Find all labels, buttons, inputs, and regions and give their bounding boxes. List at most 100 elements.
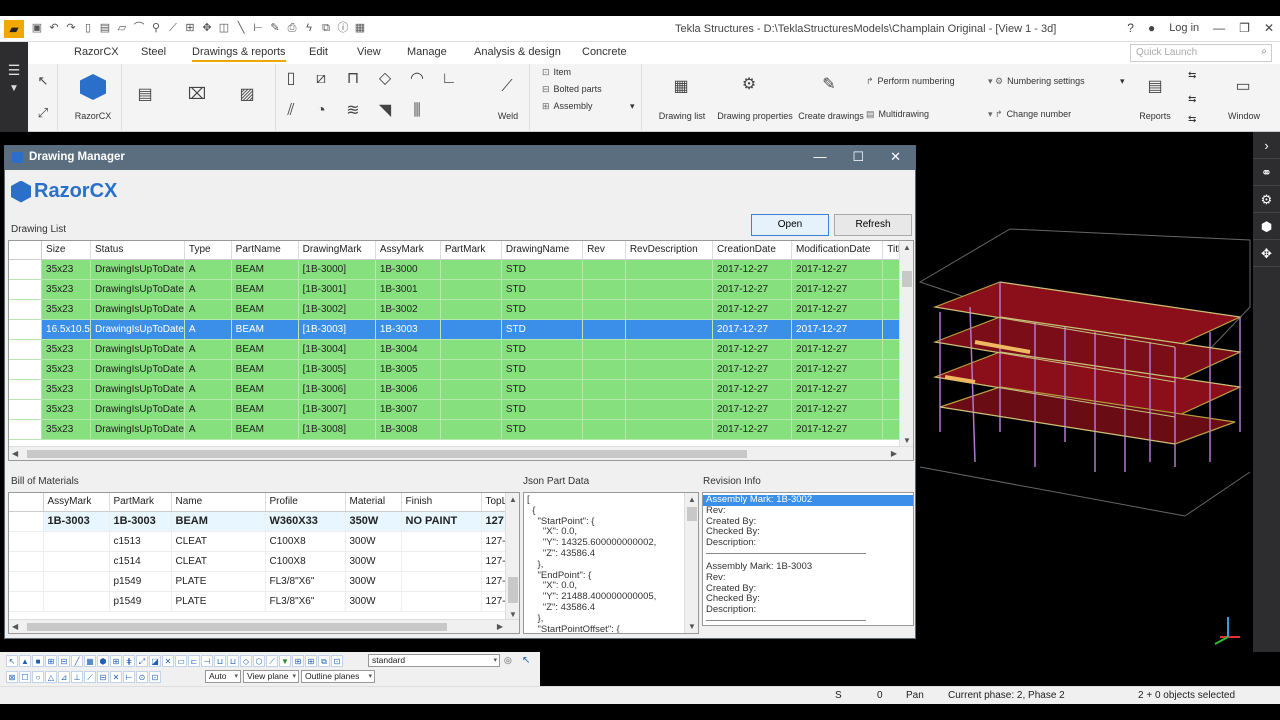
search-icon[interactable]: ⌕ — [1261, 46, 1267, 57]
tab-manage[interactable]: Manage — [407, 46, 447, 58]
col-header-size[interactable]: Size — [41, 241, 91, 260]
bom-cell-profile[interactable]: W360X33 — [265, 511, 346, 532]
cell-rev[interactable] — [582, 279, 626, 300]
cell-dname[interactable]: STD — [501, 339, 584, 360]
cell-part[interactable]: BEAM — [231, 259, 299, 280]
cell-amark[interactable]: 1B-3000 — [375, 259, 441, 280]
selection-filter-combo[interactable]: standard ▾ — [368, 654, 500, 667]
tab-concrete[interactable]: Concrete — [582, 46, 627, 58]
cell-cdate[interactable]: 2017-12-27 — [712, 279, 793, 300]
component-icon[interactable]: ✥ — [200, 20, 214, 36]
cell-revdesc[interactable] — [625, 419, 713, 440]
cell-size[interactable]: 35x23 — [41, 419, 91, 440]
row-header[interactable]: ▸ — [9, 319, 43, 340]
select-grid2-icon[interactable]: ⊞ — [110, 655, 122, 667]
snap-plane-combo[interactable]: Outline planes ▾ — [301, 670, 375, 683]
select-weld-icon[interactable]: ⤢ — [136, 655, 148, 667]
cell-part[interactable]: BEAM — [231, 399, 299, 420]
assembly-button[interactable]: ⊞ Assembly — [542, 101, 593, 112]
refresh-button[interactable]: Refresh — [834, 214, 912, 236]
minimize-button[interactable]: — — [1213, 21, 1225, 35]
cell-rev[interactable] — [582, 419, 626, 440]
bom-scroll-left-icon[interactable]: ◀ — [12, 622, 18, 631]
col-header-status[interactable]: Status — [90, 241, 185, 260]
col-header-partmark[interactable]: PartMark — [440, 241, 502, 260]
snap-ref-lines-icon[interactable]: ⊠ — [6, 671, 18, 683]
col-header-partname[interactable]: PartName — [231, 241, 299, 260]
table-row[interactable]: 35x23 DrawingIsUpToDate A BEAM [1B-3007] 1B-3… — [9, 399, 913, 420]
row-header[interactable] — [9, 259, 43, 280]
bom-cell-assy[interactable] — [43, 571, 110, 592]
cell-pmark[interactable] — [440, 419, 502, 440]
row-header[interactable] — [9, 379, 43, 400]
report-icon[interactable]: ▦ — [353, 20, 367, 36]
cell-rev[interactable] — [582, 379, 626, 400]
pick-mode-icon[interactable]: ↖ — [522, 655, 530, 666]
numbering-dropdown-icon[interactable]: ▾ — [1120, 76, 1125, 87]
cell-amark[interactable]: 1B-3002 — [375, 299, 441, 320]
drawing-list-label[interactable]: Drawing list — [650, 111, 714, 121]
cell-revdesc[interactable] — [625, 319, 713, 340]
cell-cdate[interactable]: 2017-12-27 — [712, 359, 793, 380]
select-grid-icon[interactable]: ⊞ — [45, 655, 57, 667]
cell-dname[interactable]: STD — [501, 379, 584, 400]
bom-row-header[interactable] — [9, 591, 44, 612]
cell-revdesc[interactable] — [625, 399, 713, 420]
select-construction-icon[interactable]: ⬡ — [253, 655, 265, 667]
bom-vscroll-thumb[interactable] — [508, 577, 518, 603]
bom-vscroll[interactable]: ▲ ▼ — [505, 493, 519, 621]
multidrawing-button[interactable]: ▤ Multidrawing — [866, 109, 929, 120]
report-tools-icon[interactable]: ⇆ — [1188, 70, 1196, 81]
cell-rev[interactable] — [582, 319, 626, 340]
bom-row[interactable]: c1514 CLEAT C100X8 300W 127-8 — [9, 551, 513, 572]
bom-cell-name[interactable]: BEAM — [171, 511, 266, 532]
vscroll-thumb[interactable] — [902, 271, 912, 287]
close-button[interactable]: ✕ — [1264, 21, 1274, 35]
bom-cell-profile[interactable]: FL3/8"X6" — [265, 571, 346, 592]
bom-cell-assy[interactable] — [43, 531, 110, 552]
drawing-properties-icon[interactable]: ⚙ — [738, 74, 760, 96]
plane-combo[interactable]: View plane ▾ — [243, 670, 299, 683]
bom-cell-finish[interactable] — [401, 531, 482, 552]
cell-size[interactable]: 35x23 — [41, 339, 91, 360]
bom-cell-name[interactable]: PLATE — [171, 591, 266, 612]
table-row[interactable]: 35x23 DrawingIsUpToDate A BEAM [1B-3006] 1B-3… — [9, 379, 913, 400]
bom-cell-part[interactable]: c1513 — [109, 531, 172, 552]
bom-cell-finish[interactable] — [401, 571, 482, 592]
snap-settings-icon[interactable]: ⧉ — [318, 655, 330, 667]
snap-line-ext-icon[interactable]: ⟋ — [84, 671, 96, 683]
cell-mdate[interactable]: 2017-12-27 — [791, 259, 884, 280]
bill-of-materials-grid[interactable]: AssyMark PartMark Name Profile Material … — [8, 492, 520, 634]
dialog-maximize-button[interactable]: ☐ — [852, 149, 864, 165]
cell-size[interactable]: 35x23 — [41, 399, 91, 420]
cell-status[interactable]: DrawingIsUpToDate — [90, 279, 185, 300]
pen-icon[interactable]: ✎ — [268, 20, 282, 36]
print-icon[interactable]: ⎙ — [285, 20, 299, 36]
col-header-revdescription[interactable]: RevDescription — [625, 241, 713, 260]
select-parts-icon[interactable]: ▲ — [19, 655, 31, 667]
table-row[interactable]: 35x23 DrawingIsUpToDate A BEAM [1B-3002] 1B-3… — [9, 299, 913, 320]
col-header-modificationdate[interactable]: ModificationDate — [791, 241, 884, 260]
cell-size[interactable]: 35x23 — [41, 279, 91, 300]
cell-size[interactable]: 35x23 — [41, 379, 91, 400]
table-row[interactable]: 35x23 DrawingIsUpToDate A BEAM [1B-3001] 1B-3… — [9, 279, 913, 300]
cell-pmark[interactable] — [440, 379, 502, 400]
properties-icon[interactable]: ⚭ — [1253, 159, 1280, 186]
bom-cell-assy[interactable]: 1B-3003 — [43, 511, 110, 532]
cell-status[interactable]: DrawingIsUpToDate — [90, 359, 185, 380]
cell-mdate[interactable]: 2017-12-27 — [791, 419, 884, 440]
report-tools-3-icon[interactable]: ⇆ — [1188, 114, 1196, 125]
cell-size[interactable]: 35x23 — [41, 359, 91, 380]
panel-tool-icon[interactable]: ⊓ — [342, 68, 364, 90]
cell-dname[interactable]: STD — [501, 279, 584, 300]
cell-pmark[interactable] — [440, 319, 502, 340]
cell-type[interactable]: A — [184, 279, 232, 300]
bom-cell-assy[interactable] — [43, 591, 110, 612]
revision-info-textbox[interactable]: Assembly Mark: 1B-3002 Rev: Created By: … — [702, 492, 914, 626]
curved-beam-icon[interactable]: ◔ — [310, 100, 332, 122]
json-scroll-up-icon[interactable]: ▲ — [688, 495, 696, 504]
cell-status[interactable]: DrawingIsUpToDate — [90, 339, 185, 360]
cell-revdesc[interactable] — [625, 279, 713, 300]
reports-icon[interactable]: ▤ — [1144, 76, 1166, 98]
cell-dmark[interactable]: [1B-3007] — [298, 399, 376, 420]
